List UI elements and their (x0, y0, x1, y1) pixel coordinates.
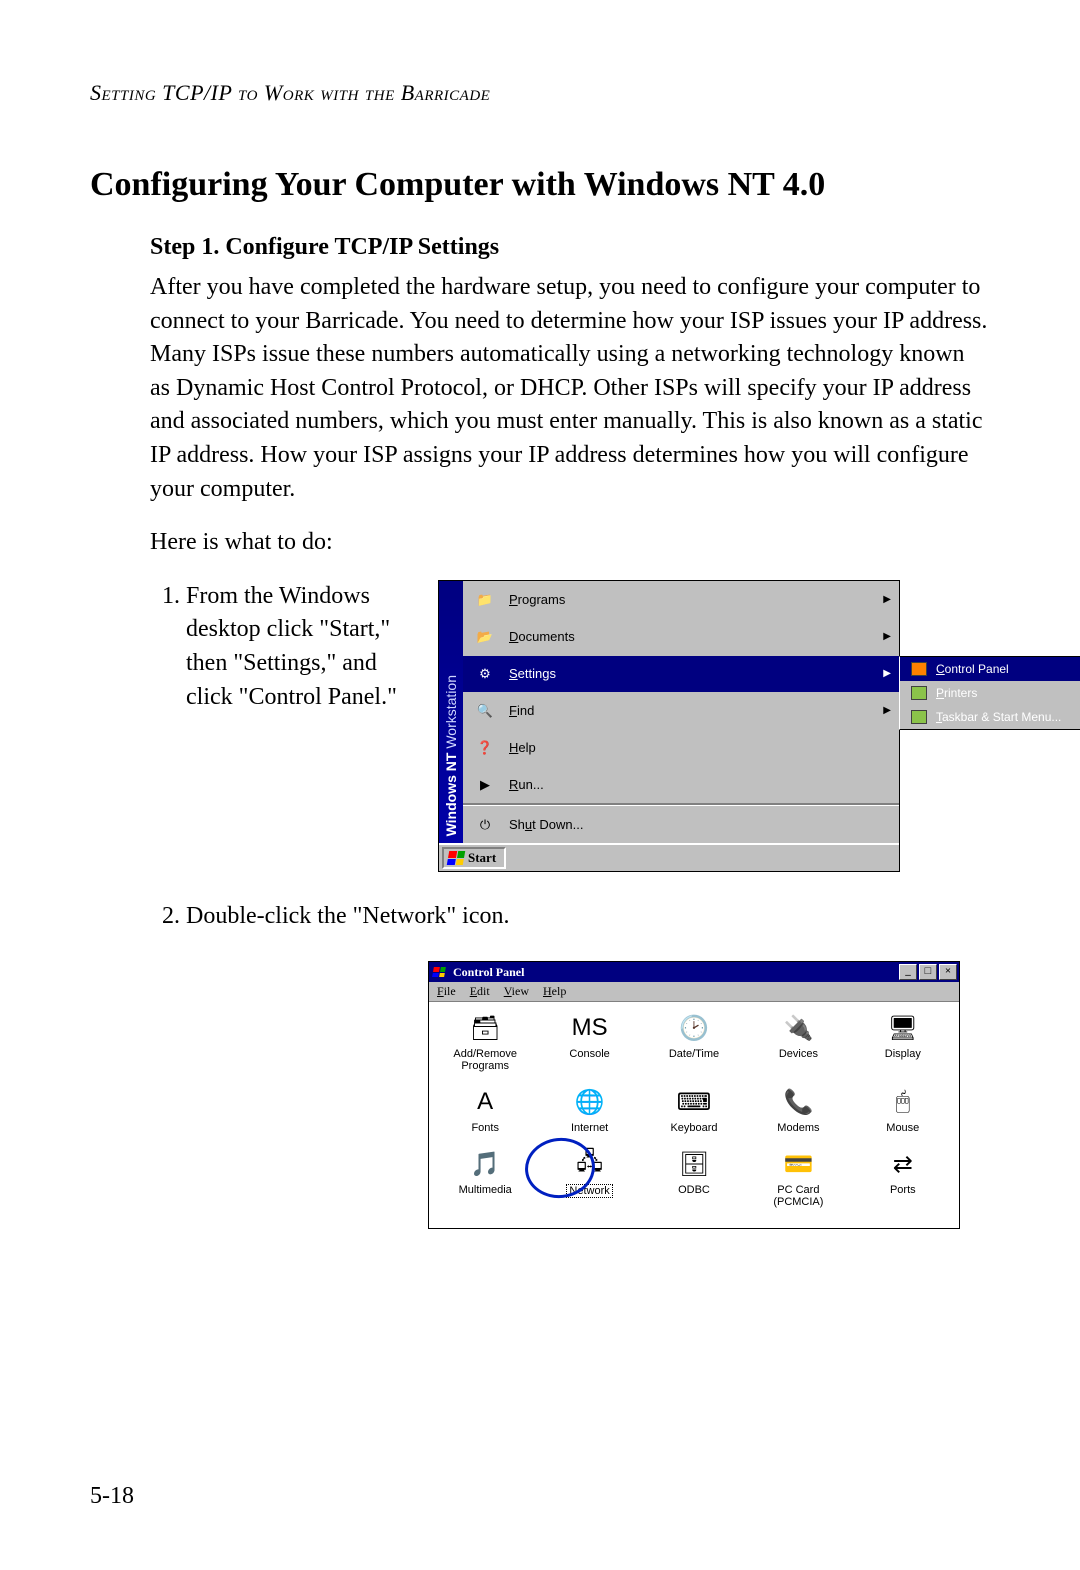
instruction-list-cont: Double-click the "Network" icon. (150, 900, 990, 934)
start-menu-item-settings[interactable]: ⚙Settings▶Control PanelPrintersTaskbar &… (463, 655, 899, 692)
window-titlebar: Control Panel _ □ × (429, 962, 959, 982)
documents-icon: 📂 (471, 625, 499, 649)
cp-icon-label: Mouse (886, 1122, 919, 1134)
keyboard-icon: ⌨ (677, 1086, 711, 1118)
cp-icon-label: Add/Remove Programs (453, 1048, 517, 1072)
programs-icon: 📁 (471, 588, 499, 612)
cp-icon-devices[interactable]: 🔌 Devices (748, 1012, 848, 1072)
cp-icon-modems[interactable]: 📞 Modems (748, 1086, 848, 1134)
run--icon: ▶ (471, 773, 499, 797)
settings-submenu-item-control-panel[interactable]: Control Panel (900, 657, 1080, 681)
taskbar: Start (439, 843, 899, 871)
cp-icon-label: Keyboard (670, 1122, 717, 1134)
ports-icon: ⇄ (886, 1148, 920, 1180)
cp-icon-label: ODBC (678, 1184, 710, 1196)
cp-icon-label: PC Card (PCMCIA) (773, 1184, 823, 1208)
start-menu-item-run-[interactable]: ▶Run... (463, 766, 899, 803)
submenu-arrow-icon: ▶ (883, 631, 891, 642)
cp-icon-label: Fonts (471, 1122, 499, 1134)
cp-icon-label: Multimedia (459, 1184, 512, 1196)
window-menubar: File Edit View Help (429, 982, 959, 1002)
pc-card-pcmcia-icon: 💳 (781, 1148, 815, 1180)
instruction-list: From the Windows desktop click "Start," … (150, 580, 410, 714)
control-panel-icon-grid: 🗃 Add/Remove Programs MS Console 🕑 Date/Time 🔌… (435, 1012, 953, 1208)
submenu-arrow-icon: ▶ (883, 594, 891, 605)
cp-icon-odbc[interactable]: 🗄 ODBC (644, 1148, 744, 1208)
page-number: 5-18 (90, 1483, 134, 1510)
cp-icon-console[interactable]: MS Console (539, 1012, 639, 1072)
cp-icon-label: Modems (777, 1122, 819, 1134)
maximize-button[interactable]: □ (919, 964, 937, 980)
submenu-arrow-icon: ▶ (883, 668, 891, 679)
find-icon: 🔍 (471, 699, 499, 723)
instruction-step-2: Double-click the "Network" icon. (186, 900, 990, 934)
windows-flag-icon (447, 851, 465, 865)
cp-icon-network[interactable]: 🖧 Network (539, 1148, 639, 1208)
control-panel-icon (431, 965, 447, 979)
date-time-icon: 🕑 (677, 1012, 711, 1044)
start-menu-list: 📁Programs▶📂Documents▶⚙Settings▶Control P… (463, 581, 899, 843)
console-icon: MS (573, 1012, 607, 1044)
os-banner: Windows NT Workstation (439, 581, 463, 843)
cp-icon-label: Date/Time (669, 1048, 719, 1060)
printers-icon (910, 685, 928, 701)
step-heading: Step 1. Configure TCP/IP Settings (150, 234, 990, 261)
control-panel-icon (910, 661, 928, 677)
cp-icon-keyboard[interactable]: ⌨ Keyboard (644, 1086, 744, 1134)
fonts-icon: A (468, 1086, 502, 1118)
running-header: Setting TCP/IP to Work with the Barricad… (90, 80, 990, 106)
cp-icon-mouse[interactable]: 🖱 Mouse (853, 1086, 953, 1134)
cp-icon-pc-card-pcmcia[interactable]: 💳 PC Card (PCMCIA) (748, 1148, 848, 1208)
minimize-button[interactable]: _ (899, 964, 917, 980)
cp-icon-label: Devices (779, 1048, 818, 1060)
cp-icon-internet[interactable]: 🌐 Internet (539, 1086, 639, 1134)
start-menu-item-documents[interactable]: 📂Documents▶ (463, 618, 899, 655)
multimedia-icon: 🎵 (468, 1148, 502, 1180)
start-menu-item-find[interactable]: 🔍Find▶ (463, 692, 899, 729)
intro-paragraph: After you have completed the hardware se… (150, 271, 990, 506)
instruction-step-1: From the Windows desktop click "Start," … (186, 580, 410, 714)
settings-submenu-item-printers[interactable]: Printers (900, 681, 1080, 705)
start-menu-item-shut-down-[interactable]: ⏻Shut Down... (463, 806, 899, 843)
settings-icon: ⚙ (471, 662, 499, 686)
cp-icon-display[interactable]: 🖥 Display (853, 1012, 953, 1072)
cp-icon-fonts[interactable]: A Fonts (435, 1086, 535, 1134)
settings-submenu-item-taskbar-start-menu-[interactable]: Taskbar & Start Menu... (900, 705, 1080, 729)
cp-icon-label: Ports (890, 1184, 916, 1196)
control-panel-screenshot: Control Panel _ □ × File Edit View Help 🗃 Ad… (428, 961, 960, 1229)
menu-help[interactable]: Help (543, 984, 566, 999)
add-remove-programs-icon: 🗃 (468, 1012, 502, 1044)
close-button[interactable]: × (939, 964, 957, 980)
modems-icon: 📞 (781, 1086, 815, 1118)
submenu-arrow-icon: ▶ (883, 705, 891, 716)
cp-icon-label: Network (566, 1184, 612, 1198)
page-title: Configuring Your Computer with Windows N… (90, 166, 990, 204)
shut-down--icon: ⏻ (471, 813, 499, 837)
help-icon: ❓ (471, 736, 499, 760)
lead-in-text: Here is what to do: (150, 526, 990, 560)
mouse-icon: 🖱 (886, 1086, 920, 1118)
internet-icon: 🌐 (573, 1086, 607, 1118)
menu-edit[interactable]: Edit (470, 984, 490, 999)
display-icon: 🖥 (886, 1012, 920, 1044)
cp-icon-ports[interactable]: ⇄ Ports (853, 1148, 953, 1208)
start-menu-screenshot: Windows NT Workstation 📁Programs▶📂Docume… (438, 580, 900, 872)
window-title-text: Control Panel (453, 965, 524, 980)
cp-icon-label: Display (885, 1048, 921, 1060)
network-icon: 🖧 (573, 1148, 607, 1180)
cp-icon-label: Internet (571, 1122, 608, 1134)
taskbar-start-menu--icon (910, 709, 928, 725)
cp-icon-date-time[interactable]: 🕑 Date/Time (644, 1012, 744, 1072)
cp-icon-multimedia[interactable]: 🎵 Multimedia (435, 1148, 535, 1208)
devices-icon: 🔌 (781, 1012, 815, 1044)
start-menu-item-programs[interactable]: 📁Programs▶ (463, 581, 899, 618)
start-menu-item-help[interactable]: ❓Help (463, 729, 899, 766)
start-button[interactable]: Start (442, 847, 506, 869)
menu-file[interactable]: File (437, 984, 456, 999)
cp-icon-add-remove-programs[interactable]: 🗃 Add/Remove Programs (435, 1012, 535, 1072)
cp-icon-label: Console (569, 1048, 609, 1060)
odbc-icon: 🗄 (677, 1148, 711, 1180)
menu-view[interactable]: View (504, 984, 529, 999)
